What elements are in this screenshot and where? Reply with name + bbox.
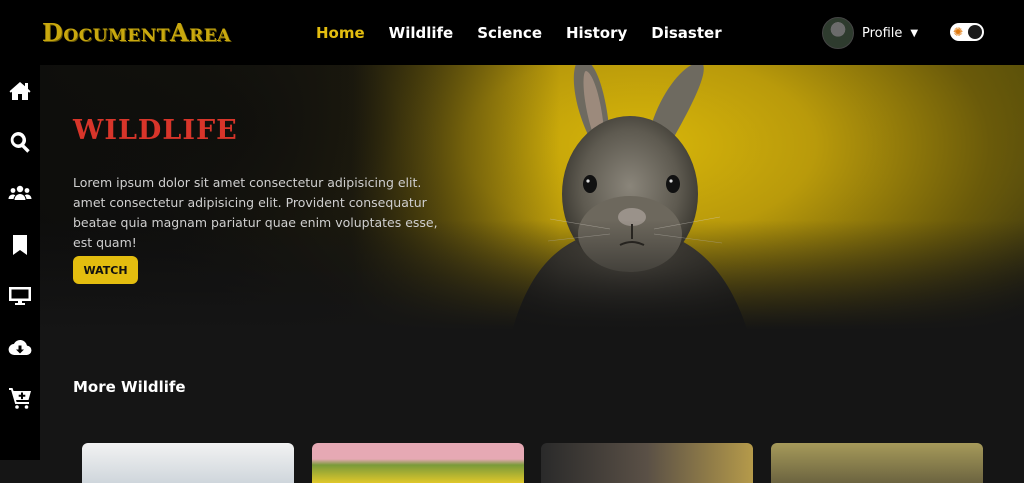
bookmark-icon[interactable] — [8, 233, 32, 257]
nav-link-home[interactable]: Home — [316, 24, 365, 42]
top-navbar: DocumentArea Home Wildlife Science Histo… — [0, 0, 1024, 65]
hero-title: Wildlife — [73, 115, 238, 146]
site-logo[interactable]: DocumentArea — [42, 18, 231, 47]
caret-down-icon[interactable]: ▼ — [910, 28, 918, 39]
nav-link-history[interactable]: History — [566, 24, 627, 42]
users-icon[interactable] — [8, 181, 32, 205]
profile-label[interactable]: Profile — [862, 26, 902, 41]
thumb-2[interactable] — [312, 443, 524, 483]
toggle-knob[interactable] — [968, 25, 982, 39]
sidebar — [0, 65, 40, 460]
nav-link-science[interactable]: Science — [477, 24, 542, 42]
main-nav: Home Wildlife Science History Disaster — [316, 0, 722, 65]
thumb-1[interactable] — [82, 443, 294, 483]
thumb-3[interactable] — [541, 443, 753, 483]
home-icon[interactable] — [8, 79, 32, 103]
hero-banner: Wildlife Lorem ipsum dolor sit amet cons… — [40, 65, 1024, 330]
monitor-icon[interactable] — [8, 284, 32, 308]
watch-button[interactable]: WATCH — [73, 256, 138, 284]
nav-link-wildlife[interactable]: Wildlife — [389, 24, 454, 42]
search-icon[interactable] — [8, 130, 32, 154]
profile-menu[interactable]: Profile ▼ — [822, 17, 918, 49]
hero-description: Lorem ipsum dolor sit amet consectetur a… — [73, 175, 438, 250]
cloud-download-icon[interactable] — [8, 335, 32, 359]
sun-icon: ✺ — [953, 25, 964, 39]
theme-toggle[interactable]: ✺ — [950, 23, 984, 41]
avatar[interactable] — [822, 17, 854, 49]
more-section-title: More Wildlife — [73, 378, 186, 396]
nav-link-disaster[interactable]: Disaster — [651, 24, 721, 42]
thumb-4[interactable] — [771, 443, 983, 483]
cart-plus-icon[interactable] — [8, 386, 32, 410]
